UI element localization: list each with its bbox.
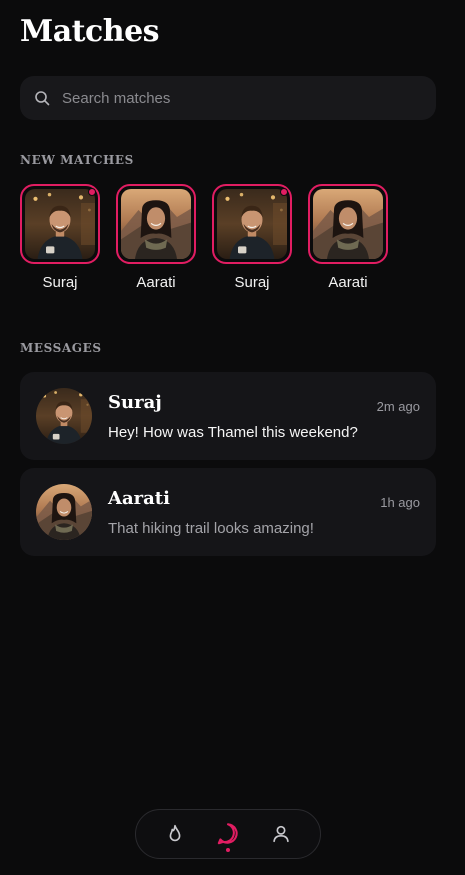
active-tab-indicator: [225, 848, 230, 852]
new-match-card[interactable]: Suraj: [20, 184, 100, 291]
messages-heading: MESSAGES: [20, 341, 102, 355]
match-name: Suraj: [234, 274, 270, 291]
chat-bubble-icon: [215, 821, 241, 847]
match-avatar[interactable]: [116, 184, 196, 264]
new-matches-list: Suraj Aarati Suraj Aarati: [20, 184, 388, 291]
match-name: Aarati: [328, 274, 368, 291]
avatar: [36, 484, 92, 540]
message-preview: That hiking trail looks amazing!: [108, 520, 314, 537]
flame-icon: [164, 823, 186, 845]
search-bar[interactable]: [20, 76, 436, 120]
new-match-card[interactable]: Aarati: [116, 184, 196, 291]
conversation-item[interactable]: Aarati 1h ago That hiking trail looks am…: [20, 468, 436, 556]
avatar: [36, 388, 92, 444]
tab-profile[interactable]: [261, 814, 301, 854]
match-name: Suraj: [42, 274, 78, 291]
matches-screen: Matches NEW MATCHES Suraj Aarati: [0, 0, 465, 875]
page-title: Matches: [20, 14, 160, 49]
message-timestamp: 1h ago: [380, 495, 420, 510]
tab-discover[interactable]: [155, 814, 195, 854]
message-timestamp: 2m ago: [376, 399, 420, 414]
new-matches-heading: NEW MATCHES: [20, 153, 134, 167]
contact-name: Aarati: [108, 488, 170, 509]
conversation-list: Suraj 2m ago Hey! How was Thamel this we…: [20, 372, 436, 564]
new-indicator-dot: [88, 188, 96, 196]
message-preview: Hey! How was Thamel this weekend?: [108, 424, 358, 441]
contact-name: Suraj: [108, 392, 162, 413]
match-avatar[interactable]: [212, 184, 292, 264]
search-input[interactable]: [62, 89, 402, 107]
match-name: Aarati: [136, 274, 176, 291]
search-icon: [34, 90, 50, 106]
new-indicator-dot: [280, 188, 288, 196]
tab-messages[interactable]: [208, 814, 248, 854]
bottom-nav: [135, 809, 321, 859]
conversation-item[interactable]: Suraj 2m ago Hey! How was Thamel this we…: [20, 372, 436, 460]
new-match-card[interactable]: Suraj: [212, 184, 292, 291]
match-avatar[interactable]: [20, 184, 100, 264]
user-icon: [270, 823, 292, 845]
new-match-card[interactable]: Aarati: [308, 184, 388, 291]
match-avatar[interactable]: [308, 184, 388, 264]
